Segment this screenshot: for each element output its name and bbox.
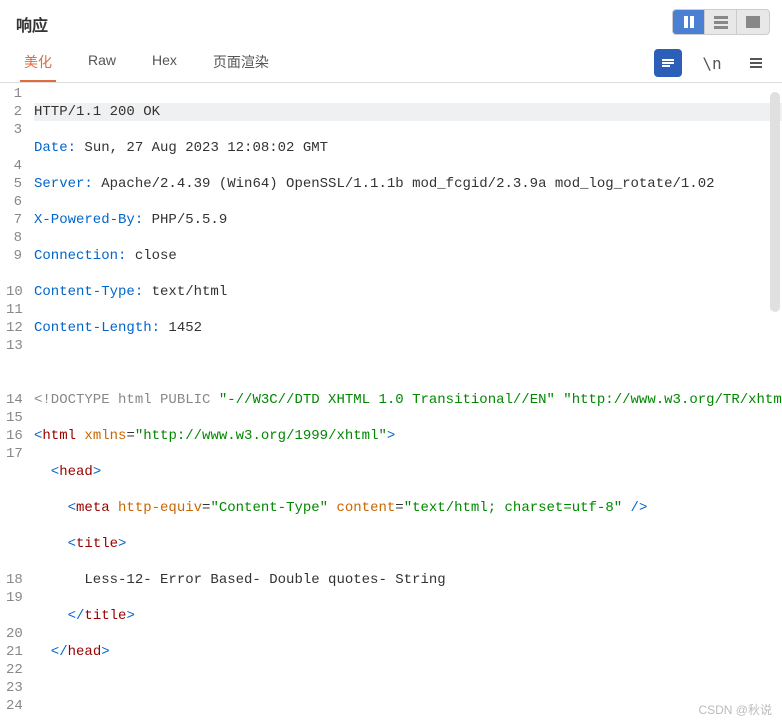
code-line: X-Powered-By: PHP/5.5.9 — [34, 211, 782, 229]
view-split-button[interactable] — [673, 10, 705, 34]
code-line — [34, 679, 782, 697]
code-line: Connection: close — [34, 247, 782, 265]
view-toggle-group — [672, 9, 770, 35]
code-line: </title> — [34, 607, 782, 625]
vertical-scrollbar[interactable] — [770, 92, 780, 700]
tab-hex[interactable]: Hex — [148, 44, 181, 82]
menu-icon[interactable] — [742, 49, 770, 77]
code-line: Content-Type: text/html — [34, 283, 782, 301]
code-viewer[interactable]: 123456789101112131415161718192021222324 … — [0, 83, 782, 715]
code-content: HTTP/1.1 200 OK Date: Sun, 27 Aug 2023 1… — [28, 83, 782, 715]
tab-bar: 美化 Raw Hex 页面渲染 — [12, 44, 273, 82]
inspect-icon[interactable] — [654, 49, 682, 77]
newline-icon[interactable]: \n — [698, 49, 726, 77]
code-line: <html xmlns="http://www.w3.org/1999/xhtm… — [34, 427, 782, 445]
view-block-button[interactable] — [737, 10, 769, 34]
watermark: CSDN @秋说 — [698, 701, 772, 718]
code-line — [34, 355, 782, 373]
tab-pretty[interactable]: 美化 — [20, 44, 56, 82]
scrollbar-thumb[interactable] — [770, 92, 780, 312]
view-list-button[interactable] — [705, 10, 737, 34]
code-line: <title> — [34, 535, 782, 553]
code-line: </head> — [34, 643, 782, 661]
code-line: Server: Apache/2.4.39 (Win64) OpenSSL/1.… — [34, 175, 782, 193]
tab-actions: \n — [654, 49, 770, 77]
tab-raw[interactable]: Raw — [84, 44, 120, 82]
code-line: HTTP/1.1 200 OK — [34, 103, 782, 121]
tab-render[interactable]: 页面渲染 — [209, 44, 273, 82]
code-line: Content-Length: 1452 — [34, 319, 782, 337]
line-gutter: 123456789101112131415161718192021222324 — [0, 83, 28, 715]
code-line: Date: Sun, 27 Aug 2023 12:08:02 GMT — [34, 139, 782, 157]
code-line: <meta http-equiv="Content-Type" content=… — [34, 499, 782, 517]
code-line: <!DOCTYPE html PUBLIC "-//W3C//DTD XHTML… — [34, 391, 782, 409]
code-line: <head> — [34, 463, 782, 481]
code-line: Less-12- Error Based- Double quotes- Str… — [34, 571, 782, 589]
panel-title: 响应 — [16, 8, 48, 36]
